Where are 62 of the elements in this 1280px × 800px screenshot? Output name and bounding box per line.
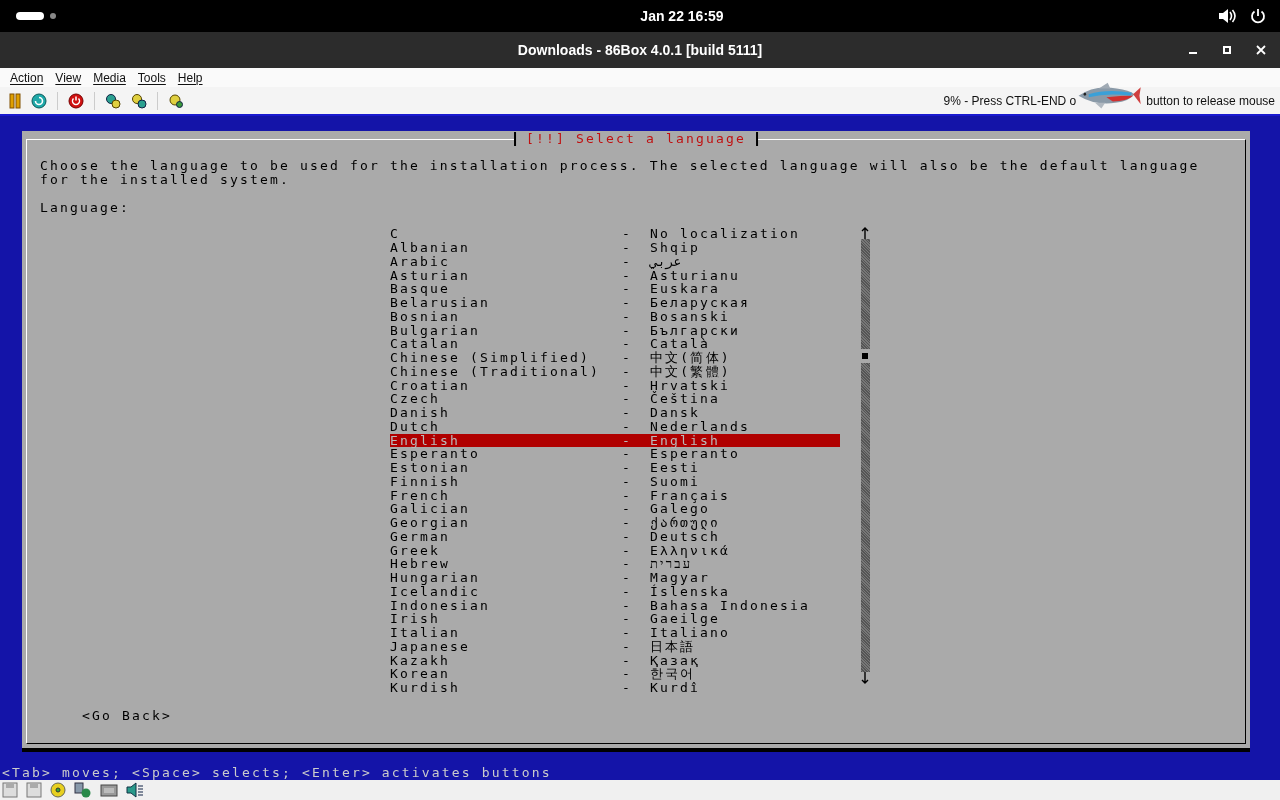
volume-icon[interactable] xyxy=(1218,8,1236,24)
language-row[interactable]: Dutch - Nederlands xyxy=(390,419,840,434)
scrollbar-track[interactable] xyxy=(860,363,870,673)
language-row[interactable]: Finnish - Suomi xyxy=(390,474,840,489)
display-icon[interactable] xyxy=(100,782,118,798)
maximize-icon[interactable] xyxy=(1222,45,1232,55)
power-icon[interactable] xyxy=(1250,8,1266,24)
power-icon[interactable] xyxy=(68,92,84,109)
window-title: Downloads - 86Box 4.0.1 [build 5111] xyxy=(517,42,763,58)
language-row[interactable]: French - Français xyxy=(390,488,840,503)
language-row[interactable]: Chinese (Traditional) - 中文(繁體) xyxy=(390,364,840,379)
scroll-up-icon[interactable] xyxy=(860,227,870,240)
status-text: 9% - Press CTRL-END o xyxy=(943,93,1077,108)
dialog-title: [!!] Select a language xyxy=(514,132,758,146)
language-row[interactable]: Bulgarian - Български xyxy=(390,323,840,338)
language-row[interactable]: Estonian - Eesti xyxy=(390,461,840,475)
language-row[interactable]: Galician - Galego xyxy=(390,502,840,516)
language-row[interactable]: Kurdish - Kurdî xyxy=(390,681,840,695)
field-label: Language: xyxy=(40,200,131,215)
language-row[interactable]: Kazakh - Қазақ xyxy=(390,653,840,668)
close-icon[interactable] xyxy=(1256,45,1266,55)
menu-item[interactable]: View xyxy=(49,70,88,85)
language-row[interactable]: Belarusian - Беларуская xyxy=(390,296,840,310)
language-row[interactable]: Georgian - ქართული xyxy=(390,516,840,530)
scroll-down-icon[interactable] xyxy=(860,672,870,685)
language-row[interactable]: Czech - Čeština xyxy=(390,392,840,406)
menu-item[interactable]: Help xyxy=(171,70,209,85)
menu-item[interactable]: Action xyxy=(4,70,50,85)
language-row[interactable]: Asturian - Asturianu xyxy=(390,268,840,283)
language-row[interactable]: Albanian - Shqip xyxy=(390,241,840,255)
language-row[interactable]: C - No localization xyxy=(390,227,840,241)
clock[interactable]: Jan 22 16:59 xyxy=(640,8,724,24)
cd-icon[interactable] xyxy=(50,782,66,798)
language-row[interactable]: Catalan - Català xyxy=(390,337,840,351)
reset-icon[interactable] xyxy=(31,92,47,109)
go-back-button[interactable]: <Go Back> xyxy=(82,708,172,723)
language-row[interactable]: Italian - Italiano xyxy=(390,626,840,640)
prompt-text: Choose the language to be used for the installation process. The selected language will also be the default language for the installed system. xyxy=(40,159,1201,187)
menu-item[interactable]: Media xyxy=(87,70,132,85)
status-text: button to release mouse xyxy=(1146,93,1275,108)
network-icon[interactable] xyxy=(74,782,92,798)
language-row[interactable]: Icelandic - Íslenska xyxy=(390,584,840,599)
menu-item[interactable]: Tools xyxy=(131,70,172,85)
language-row[interactable]: Danish - Dansk xyxy=(390,406,840,420)
language-row[interactable]: Irish - Gaeilge xyxy=(390,612,840,626)
language-row[interactable]: Korean - 한국어 xyxy=(390,667,840,681)
language-row[interactable]: English - English xyxy=(390,433,840,448)
language-row[interactable]: Japanese - 日本語 xyxy=(390,639,840,654)
speaker-icon[interactable] xyxy=(126,782,144,798)
pause-icon[interactable] xyxy=(9,92,21,109)
activities-indicator[interactable] xyxy=(16,12,56,20)
help-line: <Tab> moves; <Space> selects; <Enter> activates buttons xyxy=(2,765,553,780)
language-row[interactable]: Esperanto - Esperanto xyxy=(390,447,840,461)
scrollbar-thumb[interactable] xyxy=(862,353,868,360)
language-row[interactable]: Greek - Ελληνικά xyxy=(390,543,840,558)
language-row[interactable]: Basque - Euskara xyxy=(390,282,840,296)
scrollbar-track[interactable] xyxy=(860,239,870,350)
language-row[interactable]: German - Deutsch xyxy=(390,529,840,544)
language-row[interactable]: Hungarian - Magyar xyxy=(390,571,840,585)
language-row[interactable]: Chinese (Simplified) - 中文(简体) xyxy=(390,351,840,365)
language-row[interactable]: Bosnian - Bosanski xyxy=(390,309,840,324)
language-row[interactable]: Indonesian - Bahasa Indonesia xyxy=(390,598,840,613)
